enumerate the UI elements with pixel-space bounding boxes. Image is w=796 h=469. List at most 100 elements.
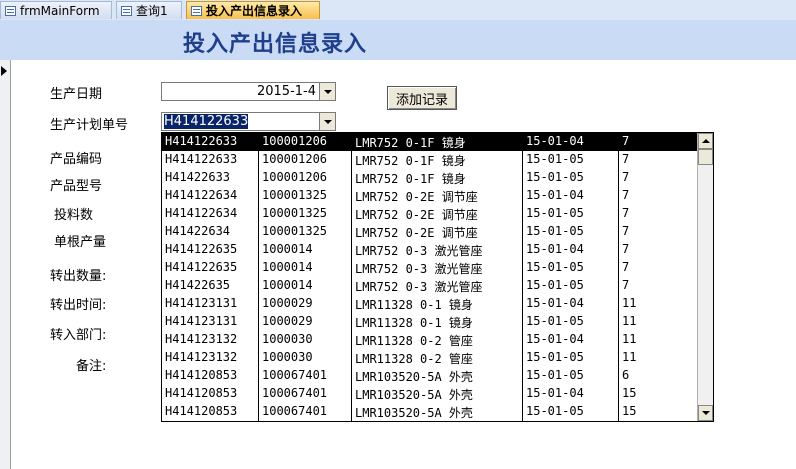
product-code-cell: 100067401 <box>262 368 328 382</box>
list-item[interactable]: H414122633 100001206 LMR752 0-1F 镜身 15-01-0… <box>162 133 697 151</box>
plan-number-cell: H414120853 <box>165 386 238 400</box>
product-code-cell: 1000030 <box>262 332 313 346</box>
list-item[interactable]: H414123132 1000030 LMR11328 0-2 管座 15-01-05… <box>162 349 697 367</box>
quantity-cell: 11 <box>622 296 637 310</box>
label-remark: 备注: <box>76 359 107 374</box>
chevron-down-icon <box>323 89 332 94</box>
list-item[interactable]: H41422634 100001325 LMR752 0-2E 调节座 15-01-0… <box>162 223 697 241</box>
label-single-output: 单根产量 <box>54 235 107 250</box>
product-model-cell: LMR11328 0-2 管座 <box>355 352 473 366</box>
tab-query1[interactable]: 查询1 <box>116 1 182 19</box>
list-item[interactable]: H414122635 1000014 LMR752 0-3 激光管座 15-01-05… <box>162 259 697 277</box>
product-code-cell: 1000014 <box>262 260 313 274</box>
quantity-cell: 7 <box>622 152 630 166</box>
date-cell: 15-01-04 <box>526 296 584 310</box>
date-cell: 15-01-05 <box>526 350 584 364</box>
add-record-button[interactable]: 添加记录 <box>387 86 457 110</box>
quantity-cell: 7 <box>622 188 630 202</box>
product-model-cell: LMR752 0-2E 调节座 <box>355 208 478 222</box>
plan-number-cell: H414123132 <box>165 332 238 346</box>
product-model-cell: LMR752 0-2E 调节座 <box>355 190 478 204</box>
quantity-cell: 7 <box>622 206 630 220</box>
form-icon <box>191 5 202 16</box>
product-model-cell: LMR103520-5A 外壳 <box>355 370 473 384</box>
current-record-arrow-icon <box>1 66 7 76</box>
arrow-up-icon <box>701 139 710 143</box>
product-model-cell: LMR752 0-1F 镜身 <box>355 154 466 168</box>
product-model-cell: LMR752 0-3 激光管座 <box>355 280 483 294</box>
plan-number-cell: H414123131 <box>165 314 238 328</box>
plan-number-combo[interactable]: H414122633 <box>161 112 336 131</box>
product-code-cell: 100001206 <box>262 134 328 148</box>
scroll-thumb[interactable] <box>698 149 713 165</box>
product-code-cell: 100001325 <box>262 188 328 202</box>
product-code-cell: 100001325 <box>262 206 328 220</box>
form-title: 投入产出信息录入 <box>183 32 368 57</box>
list-item[interactable]: H41422635 1000014 LMR752 0-3 激光管座 15-01-05 7 <box>162 277 697 295</box>
list-vertical-scrollbar[interactable] <box>697 133 713 421</box>
record-selector[interactable] <box>0 60 11 469</box>
list-item[interactable]: H414122633 100001206 LMR752 0-1F 镜身 15-01-0… <box>162 151 697 169</box>
production-date-combo[interactable]: 2015-1-4 <box>161 82 336 101</box>
tab-input-output-entry[interactable]: 投入产出信息录入 <box>186 1 320 19</box>
product-model-cell: LMR11328 0-2 管座 <box>355 334 473 348</box>
list-item[interactable]: H414120853 100067401 LMR103520-5A 外壳 15-01-… <box>162 367 697 385</box>
quantity-cell: 7 <box>622 170 630 184</box>
list-item[interactable]: H414123131 1000029 LMR11328 0-1 镜身 15-01-05… <box>162 313 697 331</box>
list-item[interactable]: H414122634 100001325 LMR752 0-2E 调节座 15-01-… <box>162 205 697 223</box>
list-item[interactable]: H41422633 100001206 LMR752 0-1F 镜身 15-01-05… <box>162 169 697 187</box>
label-production-date: 生产日期 <box>50 87 103 102</box>
plan-number-cell: H414122635 <box>165 260 238 274</box>
label-plan-number: 生产计划单号 <box>50 118 129 133</box>
date-cell: 15-01-05 <box>526 260 584 274</box>
product-model-cell: LMR11328 0-1 镜身 <box>355 316 473 330</box>
list-item[interactable]: H414123131 1000029 LMR11328 0-1 镜身 15-01-04… <box>162 295 697 313</box>
product-code-cell: 100067401 <box>262 404 328 418</box>
product-code-cell: 100001206 <box>262 170 328 184</box>
date-cell: 15-01-05 <box>526 404 584 418</box>
date-cell: 15-01-05 <box>526 368 584 382</box>
plan-number-cell: H414122634 <box>165 206 238 220</box>
date-cell: 15-01-04 <box>526 332 584 346</box>
quantity-cell: 11 <box>622 314 637 328</box>
plan-number-cell: H414122634 <box>165 188 238 202</box>
quantity-cell: 7 <box>622 260 630 274</box>
quantity-cell: 6 <box>622 368 630 382</box>
quantity-cell: 7 <box>622 134 630 148</box>
quantity-cell: 11 <box>622 332 637 346</box>
query-icon <box>121 5 132 16</box>
date-dropdown-button[interactable] <box>319 83 335 100</box>
scroll-up-button[interactable] <box>698 133 713 149</box>
product-code-cell: 100001325 <box>262 224 328 238</box>
product-model-cell: LMR752 0-2E 调节座 <box>355 226 478 240</box>
list-item[interactable]: H414120853 100067401 LMR103520-5A 外壳 15-01-… <box>162 403 697 421</box>
label-target-department: 转入部门: <box>50 328 107 343</box>
plan-number-cell: H41422633 <box>165 170 231 184</box>
quantity-cell: 15 <box>622 386 637 400</box>
quantity-cell: 7 <box>622 224 630 238</box>
scroll-down-button[interactable] <box>698 405 713 421</box>
plan-dropdown-button[interactable] <box>319 113 335 130</box>
product-code-cell: 1000014 <box>262 242 313 256</box>
quantity-cell: 11 <box>622 350 637 364</box>
product-code-cell: 100001206 <box>262 152 328 166</box>
list-item[interactable]: H414122634 100001325 LMR752 0-2E 调节座 15-01-… <box>162 187 697 205</box>
plan-number-value: H414122633 <box>164 114 249 129</box>
plan-number-dropdown-list[interactable]: H414122633 100001206 LMR752 0-1F 镜身 15-01-0… <box>161 132 714 422</box>
product-code-cell: 1000029 <box>262 296 313 310</box>
product-code-cell: 100067401 <box>262 386 328 400</box>
list-item[interactable]: H414122635 1000014 LMR752 0-3 激光管座 15-01-04… <box>162 241 697 259</box>
tab-label: frmMainForm <box>20 3 100 18</box>
quantity-cell: 15 <box>622 404 637 418</box>
tab-frmmainform[interactable]: frmMainForm <box>0 1 112 19</box>
list-item[interactable]: H414120853 100067401 LMR103520-5A 外壳 15-01-… <box>162 385 697 403</box>
plan-number-cell: H414120853 <box>165 368 238 382</box>
quantity-cell: 7 <box>622 242 630 256</box>
date-cell: 15-01-04 <box>526 386 584 400</box>
list-item[interactable]: H414123132 1000030 LMR11328 0-2 管座 15-01-04… <box>162 331 697 349</box>
plan-number-cell: H414122633 <box>165 152 238 166</box>
product-model-cell: LMR103520-5A 外壳 <box>355 406 473 420</box>
arrow-down-icon <box>701 411 710 415</box>
plan-number-cell: H41422634 <box>165 224 231 238</box>
date-cell: 15-01-05 <box>526 206 584 220</box>
